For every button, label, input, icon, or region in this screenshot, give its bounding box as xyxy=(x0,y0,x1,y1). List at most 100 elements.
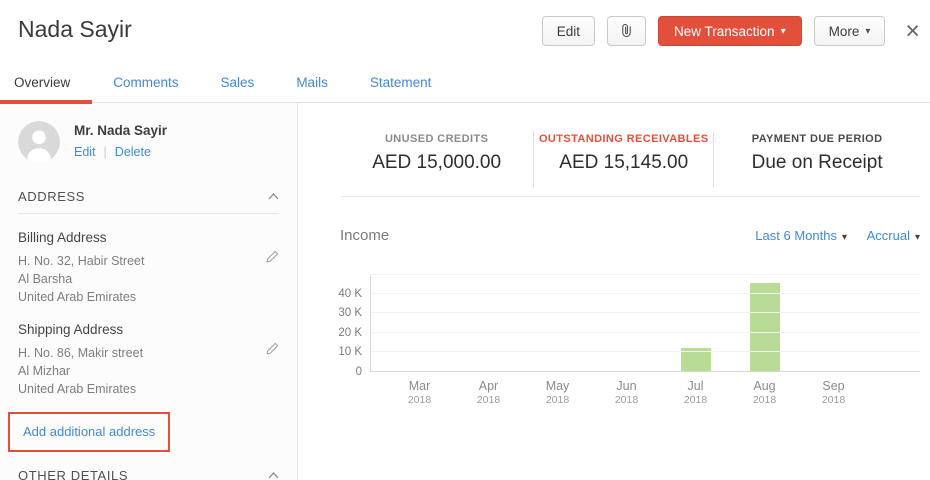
sidebar: Mr. Nada Sayir Edit | Delete ADDRESS Billi… xyxy=(0,103,298,480)
page-title: Nada Sayir xyxy=(18,16,132,43)
stat-label: PAYMENT DUE PERIOD xyxy=(714,133,920,145)
x-tick-label: Jul2018 xyxy=(661,379,730,406)
bar-column xyxy=(385,275,454,371)
other-details-section-title: OTHER DETAILS xyxy=(18,468,128,480)
address-section-header: ADDRESS xyxy=(18,189,279,214)
gridline xyxy=(371,332,920,333)
person-icon xyxy=(18,121,60,163)
attachment-button[interactable] xyxy=(607,16,646,46)
stat-outstanding-receivables: OUTSTANDING RECEIVABLES AED 15,145.00 xyxy=(534,131,714,188)
income-chart: 010 K20 K30 K40 K xyxy=(340,274,920,372)
y-tick-label: 0 xyxy=(356,366,362,378)
page-header: Nada Sayir Edit New Transaction ▾ More ▾… xyxy=(0,0,930,62)
billing-address-label: Billing Address xyxy=(18,230,144,245)
chevron-up-icon[interactable] xyxy=(268,472,279,479)
x-tick-label: Sep2018 xyxy=(799,379,868,406)
x-tick-label: May2018 xyxy=(523,379,592,406)
link-separator: | xyxy=(104,145,107,159)
contact-edit-link[interactable]: Edit xyxy=(74,145,96,159)
content-area: Mr. Nada Sayir Edit | Delete ADDRESS Billi… xyxy=(0,103,930,480)
billing-address-line: H. No. 32, Habir Street xyxy=(18,252,144,270)
gridline xyxy=(371,312,920,313)
tab-overview[interactable]: Overview xyxy=(0,62,92,102)
header-actions: Edit New Transaction ▾ More ▾ × xyxy=(542,16,920,46)
chevron-down-icon: ▾ xyxy=(842,232,847,243)
shipping-address-line: United Arab Emirates xyxy=(18,380,143,398)
main-panel: UNUSED CREDITS AED 15,000.00 OUTSTANDING… xyxy=(298,103,930,480)
more-button[interactable]: More ▾ xyxy=(814,16,886,46)
tab-mails[interactable]: Mails xyxy=(275,62,349,102)
shipping-address-line: H. No. 86, Makir street xyxy=(18,344,143,362)
months-spacer xyxy=(340,379,385,406)
contact-card: Mr. Nada Sayir Edit | Delete xyxy=(18,121,279,163)
bar-column xyxy=(730,275,799,371)
add-address-row: Add additional address xyxy=(18,412,279,452)
income-chart-months-row: Mar2018Apr2018May2018Jun2018Jul2018Aug20… xyxy=(340,379,920,406)
edit-shipping-address-pencil-icon[interactable] xyxy=(266,342,279,398)
bar-column xyxy=(592,275,661,371)
bar-column xyxy=(523,275,592,371)
income-title: Income xyxy=(340,227,389,244)
income-chart-y-axis: 010 K20 K30 K40 K xyxy=(340,274,370,372)
shipping-address-line: Al Mizhar xyxy=(18,362,143,380)
customer-detail-page: Nada Sayir Edit New Transaction ▾ More ▾… xyxy=(0,0,930,480)
shipping-address-text: Shipping Address H. No. 86, Makir street… xyxy=(18,322,143,398)
income-chart-plot xyxy=(370,274,920,372)
x-tick-label: Apr2018 xyxy=(454,379,523,406)
billing-address-line: United Arab Emirates xyxy=(18,288,144,306)
income-chart-months: Mar2018Apr2018May2018Jun2018Jul2018Aug20… xyxy=(385,379,868,406)
divider xyxy=(340,196,920,197)
bar-column xyxy=(799,275,868,371)
stat-payment-due-period: PAYMENT DUE PERIOD Due on Receipt xyxy=(714,131,920,188)
avatar xyxy=(18,121,60,163)
gridline xyxy=(371,293,920,294)
x-tick-label: Jun2018 xyxy=(592,379,661,406)
y-tick-label: 10 K xyxy=(338,346,362,358)
stat-value: AED 15,145.00 xyxy=(534,152,713,174)
tab-comments[interactable]: Comments xyxy=(92,62,199,102)
basis-filter-dropdown[interactable]: Accrual ▾ xyxy=(867,228,920,243)
bar-column xyxy=(661,275,730,371)
income-bar-aug[interactable] xyxy=(750,283,780,371)
add-additional-address-link[interactable]: Add additional address xyxy=(23,424,155,439)
contact-delete-link[interactable]: Delete xyxy=(115,145,151,159)
edit-button[interactable]: Edit xyxy=(542,16,595,46)
chevron-down-icon: ▾ xyxy=(915,232,920,243)
income-filters: Last 6 Months ▾ Accrual ▾ xyxy=(739,228,920,243)
chevron-down-icon: ▾ xyxy=(781,26,786,37)
billing-address-line: Al Barsha xyxy=(18,270,144,288)
close-icon[interactable]: × xyxy=(905,19,920,44)
chevron-up-icon[interactable] xyxy=(268,193,279,200)
shipping-address-block: Shipping Address H. No. 86, Makir street… xyxy=(18,322,279,398)
income-header: Income Last 6 Months ▾ Accrual ▾ xyxy=(340,227,920,244)
new-transaction-label: New Transaction xyxy=(674,24,775,39)
contact-name: Mr. Nada Sayir xyxy=(74,123,167,138)
stat-label: OUTSTANDING RECEIVABLES xyxy=(534,133,713,145)
billing-address-block: Billing Address H. No. 32, Habir Street … xyxy=(18,230,279,306)
address-section-title: ADDRESS xyxy=(18,189,85,204)
stat-unused-credits: UNUSED CREDITS AED 15,000.00 xyxy=(340,131,534,188)
contact-info: Mr. Nada Sayir Edit | Delete xyxy=(74,121,167,159)
shipping-address-label: Shipping Address xyxy=(18,322,143,337)
basis-filter-label: Accrual xyxy=(867,228,910,243)
tab-sales[interactable]: Sales xyxy=(200,62,276,102)
range-filter-dropdown[interactable]: Last 6 Months ▾ xyxy=(755,228,847,243)
gridline xyxy=(371,351,920,352)
paperclip-icon xyxy=(620,22,633,41)
summary-stats: UNUSED CREDITS AED 15,000.00 OUTSTANDING… xyxy=(340,131,920,188)
stat-label: UNUSED CREDITS xyxy=(340,133,533,145)
contact-links: Edit | Delete xyxy=(74,145,167,159)
income-chart-bars xyxy=(385,275,868,371)
chevron-down-icon: ▾ xyxy=(865,26,870,37)
x-tick-label: Aug2018 xyxy=(730,379,799,406)
stat-value: Due on Receipt xyxy=(714,152,920,174)
other-details-section-header: OTHER DETAILS xyxy=(18,468,279,480)
bar-column xyxy=(454,275,523,371)
y-tick-label: 30 K xyxy=(338,307,362,319)
edit-billing-address-pencil-icon[interactable] xyxy=(266,250,279,306)
y-tick-label: 40 K xyxy=(338,288,362,300)
tab-statement[interactable]: Statement xyxy=(349,62,453,102)
range-filter-label: Last 6 Months xyxy=(755,228,837,243)
new-transaction-button[interactable]: New Transaction ▾ xyxy=(658,16,802,46)
billing-address-text: Billing Address H. No. 32, Habir Street … xyxy=(18,230,144,306)
